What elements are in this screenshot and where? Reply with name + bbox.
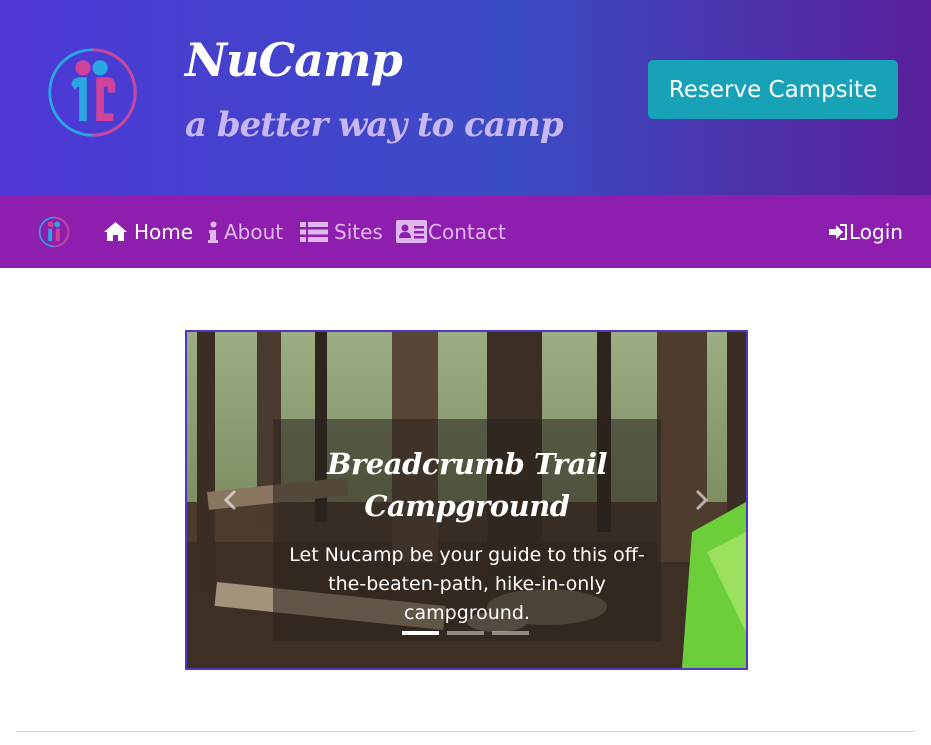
chevron-right-icon (695, 489, 709, 511)
address-card-icon (396, 220, 427, 243)
main-navbar: Home About Sites Contact Login (0, 195, 931, 268)
section-divider (16, 731, 916, 732)
reserve-campsite-button[interactable]: Reserve Campsite (648, 60, 898, 119)
nav-home-label: Home (134, 219, 194, 244)
nucamp-logo-icon (48, 48, 137, 137)
nav-item-home[interactable]: Home (103, 195, 193, 268)
header-jumbotron: NuCamp a better way to camp Reserve Camp… (0, 0, 931, 195)
login-label: Login (849, 219, 903, 244)
nav-about-label: About (224, 219, 284, 244)
sign-in-icon (829, 223, 847, 240)
carousel-indicator-3[interactable] (492, 631, 529, 635)
nav-sites-label: Sites (334, 219, 383, 244)
carousel-caption: Breadcrumb Trail Campground Let Nucamp b… (273, 419, 661, 641)
carousel-next-button[interactable] (687, 480, 717, 520)
brand-tagline: a better way to camp (185, 105, 564, 145)
chevron-left-icon (223, 489, 237, 511)
nav-contact-label: Contact (428, 219, 506, 244)
list-icon (300, 221, 328, 242)
nav-item-about[interactable]: About (208, 195, 283, 268)
caption-text: Let Nucamp be your guide to this off-the… (289, 544, 645, 624)
home-icon (104, 222, 127, 241)
carousel-indicator-1[interactable] (402, 631, 439, 635)
info-icon (208, 221, 218, 243)
carousel-prev-button[interactable] (215, 480, 245, 520)
nav-item-contact[interactable]: Contact (396, 195, 506, 268)
campsite-carousel: Breadcrumb Trail Campground Let Nucamp b… (185, 330, 748, 670)
carousel-indicator-2[interactable] (447, 631, 484, 635)
caption-title: Breadcrumb Trail Campground (327, 447, 607, 523)
navbar-logo-icon[interactable] (38, 216, 70, 248)
nav-item-sites[interactable]: Sites (300, 195, 383, 268)
login-link[interactable]: Login (829, 195, 903, 268)
carousel-indicators (402, 631, 529, 635)
brand-title: NuCamp (185, 33, 403, 87)
